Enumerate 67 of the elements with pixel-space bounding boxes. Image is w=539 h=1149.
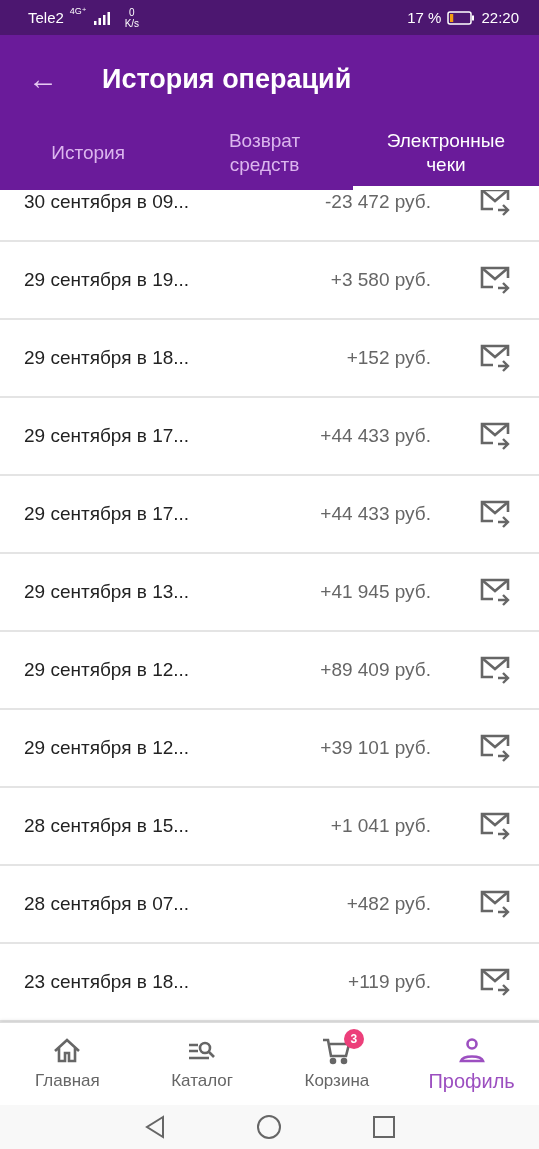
network-type: 4G⁺: [69, 6, 87, 16]
receipt-amount: +482 руб.: [346, 893, 431, 915]
cart-icon: [321, 1037, 352, 1065]
nav-tab[interactable]: Главная: [0, 1023, 135, 1105]
battery-icon: [447, 10, 476, 25]
signal-icon: [92, 10, 111, 25]
receipt-date: 29 сентября в 18...: [24, 347, 191, 369]
receipt-date: 29 сентября в 17...: [24, 503, 191, 525]
nav-tab[interactable]: Каталог: [134, 1023, 270, 1105]
speed-unit: K/s: [124, 17, 140, 29]
mail-forward-icon: [479, 265, 511, 295]
send-receipt-button[interactable]: [479, 811, 511, 841]
mail-forward-icon: [479, 889, 511, 919]
tab[interactable]: Возврат средств: [176, 123, 353, 190]
receipt-date: 23 сентября в 18...: [24, 971, 191, 993]
receipt-date: 29 сентября в 13...: [24, 581, 191, 603]
receipt-amount: +39 101 руб.: [320, 737, 431, 759]
back-nav-icon[interactable]: [143, 1115, 166, 1139]
receipt-amount: +44 433 руб.: [320, 503, 431, 525]
send-receipt-button[interactable]: [479, 499, 511, 529]
send-receipt-button[interactable]: [479, 265, 511, 295]
carrier-name: Tele2: [28, 9, 64, 26]
mail-forward-icon: [479, 967, 511, 997]
back-button[interactable]: ←: [28, 62, 58, 96]
receipt-amount: -23 472 руб.: [325, 191, 431, 213]
receipt-amount: +152 руб.: [346, 347, 431, 369]
send-receipt-button[interactable]: [479, 655, 511, 685]
receipt-date: 29 сентября в 17...: [24, 425, 191, 447]
receipt-amount: +3 580 руб.: [330, 269, 431, 291]
cart-count-badge: 3: [343, 1029, 364, 1049]
send-receipt-button[interactable]: [479, 577, 511, 607]
receipt-date: 28 сентября в 15...: [24, 815, 191, 837]
tab[interactable]: История: [0, 123, 177, 190]
send-receipt-button[interactable]: [479, 343, 511, 373]
send-receipt-button[interactable]: [479, 421, 511, 451]
receipt-amount: +89 409 руб.: [320, 659, 431, 681]
receipt-amount: +44 433 руб.: [320, 425, 431, 447]
mail-forward-icon: [479, 733, 511, 763]
receipt-date: 29 сентября в 12...: [24, 659, 191, 681]
page-title: История операций: [102, 63, 352, 95]
receipt-date: 28 сентября в 07...: [24, 893, 191, 915]
tab[interactable]: Электронные чеки: [352, 123, 539, 190]
receipt-amount: +1 041 руб.: [330, 815, 431, 837]
receipt-date: 30 сентября в 09...: [24, 191, 191, 213]
nav-tab[interactable]: 3 Корзина: [269, 1023, 405, 1105]
send-receipt-button[interactable]: [479, 190, 511, 217]
send-receipt-button[interactable]: [479, 889, 511, 919]
clock: 22:20: [481, 9, 519, 26]
receipt-date: 29 сентября в 12...: [24, 737, 191, 759]
battery-percent: 17 %: [407, 9, 442, 26]
speed-value: 0: [129, 6, 135, 18]
home-nav-icon[interactable]: [255, 1114, 282, 1140]
mail-forward-icon: [479, 811, 511, 841]
recents-nav-icon[interactable]: [371, 1115, 396, 1139]
mail-forward-icon: [479, 190, 511, 217]
receipt-date: 29 сентября в 19...: [24, 269, 191, 291]
mail-forward-icon: [479, 655, 511, 685]
send-receipt-button[interactable]: [479, 967, 511, 997]
mail-forward-icon: [479, 577, 511, 607]
profile-icon: [456, 1035, 487, 1064]
mail-forward-icon: [479, 499, 511, 529]
mail-forward-icon: [479, 343, 511, 373]
send-receipt-button[interactable]: [479, 733, 511, 763]
mail-forward-icon: [479, 421, 511, 451]
nav-tab[interactable]: Профиль: [404, 1023, 539, 1105]
receipt-amount: +119 руб.: [348, 971, 431, 993]
receipt-amount: +41 945 руб.: [320, 581, 431, 603]
